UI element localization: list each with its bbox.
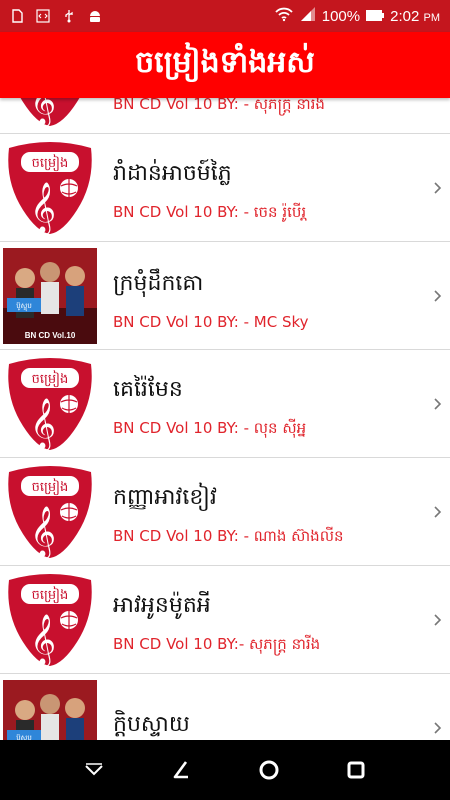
logo-text: ចម្រៀង bbox=[32, 586, 69, 604]
chevron-right-icon bbox=[432, 395, 444, 413]
svg-text:𝄞: 𝄞 bbox=[30, 506, 56, 559]
svg-text:𝄞: 𝄞 bbox=[30, 182, 56, 235]
list-item[interactable]: ចម្រៀង𝄞 សុភន្ទ នារីរBN CD Vol 10 BY: - សុ… bbox=[0, 98, 450, 134]
logo-text: ចម្រៀង bbox=[32, 154, 69, 172]
logo-text: ចម្រៀង bbox=[32, 370, 69, 388]
sim-card-icon bbox=[10, 9, 24, 23]
song-text: រាំដាន់អាចម៍ភ្លៃ BN CD Vol 10 BY: - ចេន រ… bbox=[113, 151, 450, 225]
song-subtitle: BN CD Vol 10 BY: - MC Sky bbox=[113, 312, 309, 331]
song-text: សុភន្ទ នារីរBN CD Vol 10 BY: - សុភក្ត្រ … bbox=[113, 98, 450, 117]
code-icon bbox=[36, 9, 50, 23]
song-logo-thumbnail: ចម្រៀង 𝄞 bbox=[3, 572, 97, 668]
song-logo-thumbnail: ចម្រៀង 𝄞 bbox=[3, 464, 97, 560]
album-label-text: BN CD Vol.10 bbox=[25, 331, 76, 340]
song-subtitle: BN CD Vol 10 BY: - សុភក្ត្រ នារីង bbox=[113, 98, 325, 113]
battery-percent: 100% bbox=[321, 7, 361, 25]
list-item[interactable]: ប៊ូស្ទុបBN CD Vol.10 ក្តិបស្ទាយ bbox=[0, 674, 450, 740]
usb-icon bbox=[62, 9, 76, 23]
navigation-bar bbox=[0, 740, 450, 800]
system-status: 100% 2:02 PM bbox=[274, 6, 440, 26]
svg-text:𝄞: 𝄞 bbox=[30, 398, 56, 451]
song-title: រាំដាន់អាចម៍ភ្លៃ bbox=[113, 160, 232, 186]
song-subtitle: BN CD Vol 10 BY: - ណាង ស៊ាងលីន bbox=[113, 526, 344, 545]
android-icon bbox=[88, 9, 102, 23]
album-cover-thumbnail: ប៊ូស្ទុបBN CD Vol.10 bbox=[3, 247, 97, 344]
song-text: ក្រមុំដឹកគោ BN CD Vol 10 BY: - MC Sky bbox=[113, 261, 450, 331]
song-title: គេរ៉ៃមែន bbox=[113, 376, 183, 402]
wifi-hotspot-icon bbox=[274, 6, 294, 26]
home-icon[interactable] bbox=[252, 753, 286, 787]
svg-text:𝄞: 𝄞 bbox=[30, 614, 56, 667]
song-subtitle: BN CD Vol 10 BY: - ចេន រ៉ូបើរ្ត bbox=[113, 202, 307, 221]
list-item[interactable]: ប៊ូស្ទុប BN CD Vol.10 ក្រមុំដឹកគោ BN CD Vol… bbox=[0, 242, 450, 350]
song-title: ក្រមុំដឹកគោ bbox=[113, 270, 204, 296]
chevron-right-icon bbox=[432, 719, 444, 737]
battery-icon bbox=[366, 8, 385, 25]
back-icon[interactable] bbox=[164, 753, 198, 787]
chevron-right-icon bbox=[432, 611, 444, 629]
list-item[interactable]: ចម្រៀង 𝄞 គេរ៉ៃមែន BN CD Vol 10 BY: - លុន ស៊… bbox=[0, 350, 450, 458]
list-item[interactable]: ចម្រៀង 𝄞 កញ្ញាអាវខៀវ BN CD Vol 10 BY: - ណាង… bbox=[0, 458, 450, 566]
svg-text:𝄞: 𝄞 bbox=[30, 98, 56, 127]
recents-icon[interactable] bbox=[339, 753, 373, 787]
app-bar: ចម្រៀងទាំងអស់ bbox=[0, 32, 450, 98]
hide-keyboard-icon[interactable] bbox=[77, 753, 111, 787]
song-title: ក្តិបស្ទាយ bbox=[113, 711, 190, 737]
list-item[interactable]: ចម្រៀង 𝄞 អាវអូនម៉ូតអី BN CD Vol 10 BY:- សុភ… bbox=[0, 566, 450, 674]
chevron-right-icon bbox=[432, 179, 444, 197]
song-text: គេរ៉ៃមែន BN CD Vol 10 BY: - លុន ស៊ីអ្ន bbox=[113, 367, 450, 441]
song-title: កញ្ញាអាវខៀវ bbox=[113, 484, 217, 510]
album-cover-thumbnail: ប៊ូស្ទុបBN CD Vol.10 bbox=[3, 679, 97, 740]
status-bar: 100% 2:02 PM bbox=[0, 0, 450, 32]
song-text: ក្តិបស្ទាយ bbox=[113, 702, 450, 741]
clock: 2:02 PM bbox=[390, 7, 440, 25]
song-logo-thumbnail: ចម្រៀង𝄞 bbox=[3, 98, 97, 128]
notification-icons bbox=[10, 9, 102, 23]
chevron-right-icon bbox=[432, 287, 444, 305]
chevron-right-icon bbox=[432, 503, 444, 521]
song-title: អាវអូនម៉ូតអី bbox=[113, 592, 211, 618]
song-text: អាវអូនម៉ូតអី BN CD Vol 10 BY:- សុភក្ត្រ ន… bbox=[113, 583, 450, 657]
logo-text: ចម្រៀង bbox=[32, 478, 69, 496]
signal-icon bbox=[300, 6, 316, 26]
song-list[interactable]: ចម្រៀង 𝄞 សុភន្ទ នារីរBN CD Vol 10 BY: - សុ… bbox=[0, 98, 450, 740]
song-subtitle: BN CD Vol 10 BY: - លុន ស៊ីអ្ន bbox=[113, 418, 307, 437]
song-logo-thumbnail: ចម្រៀង 𝄞 bbox=[3, 140, 97, 236]
song-logo-thumbnail: ចម្រៀង 𝄞 bbox=[3, 356, 97, 452]
page-title: ចម្រៀងទាំងអស់ bbox=[135, 45, 315, 80]
list-item[interactable]: ចម្រៀង 𝄞 រាំដាន់អាចម៍ភ្លៃ BN CD Vol 10 BY: … bbox=[0, 134, 450, 242]
song-subtitle: BN CD Vol 10 BY:- សុភក្ត្រ នារីង bbox=[113, 634, 321, 653]
song-text: កញ្ញាអាវខៀវ BN CD Vol 10 BY: - ណាង ស៊ាងលី… bbox=[113, 475, 450, 549]
